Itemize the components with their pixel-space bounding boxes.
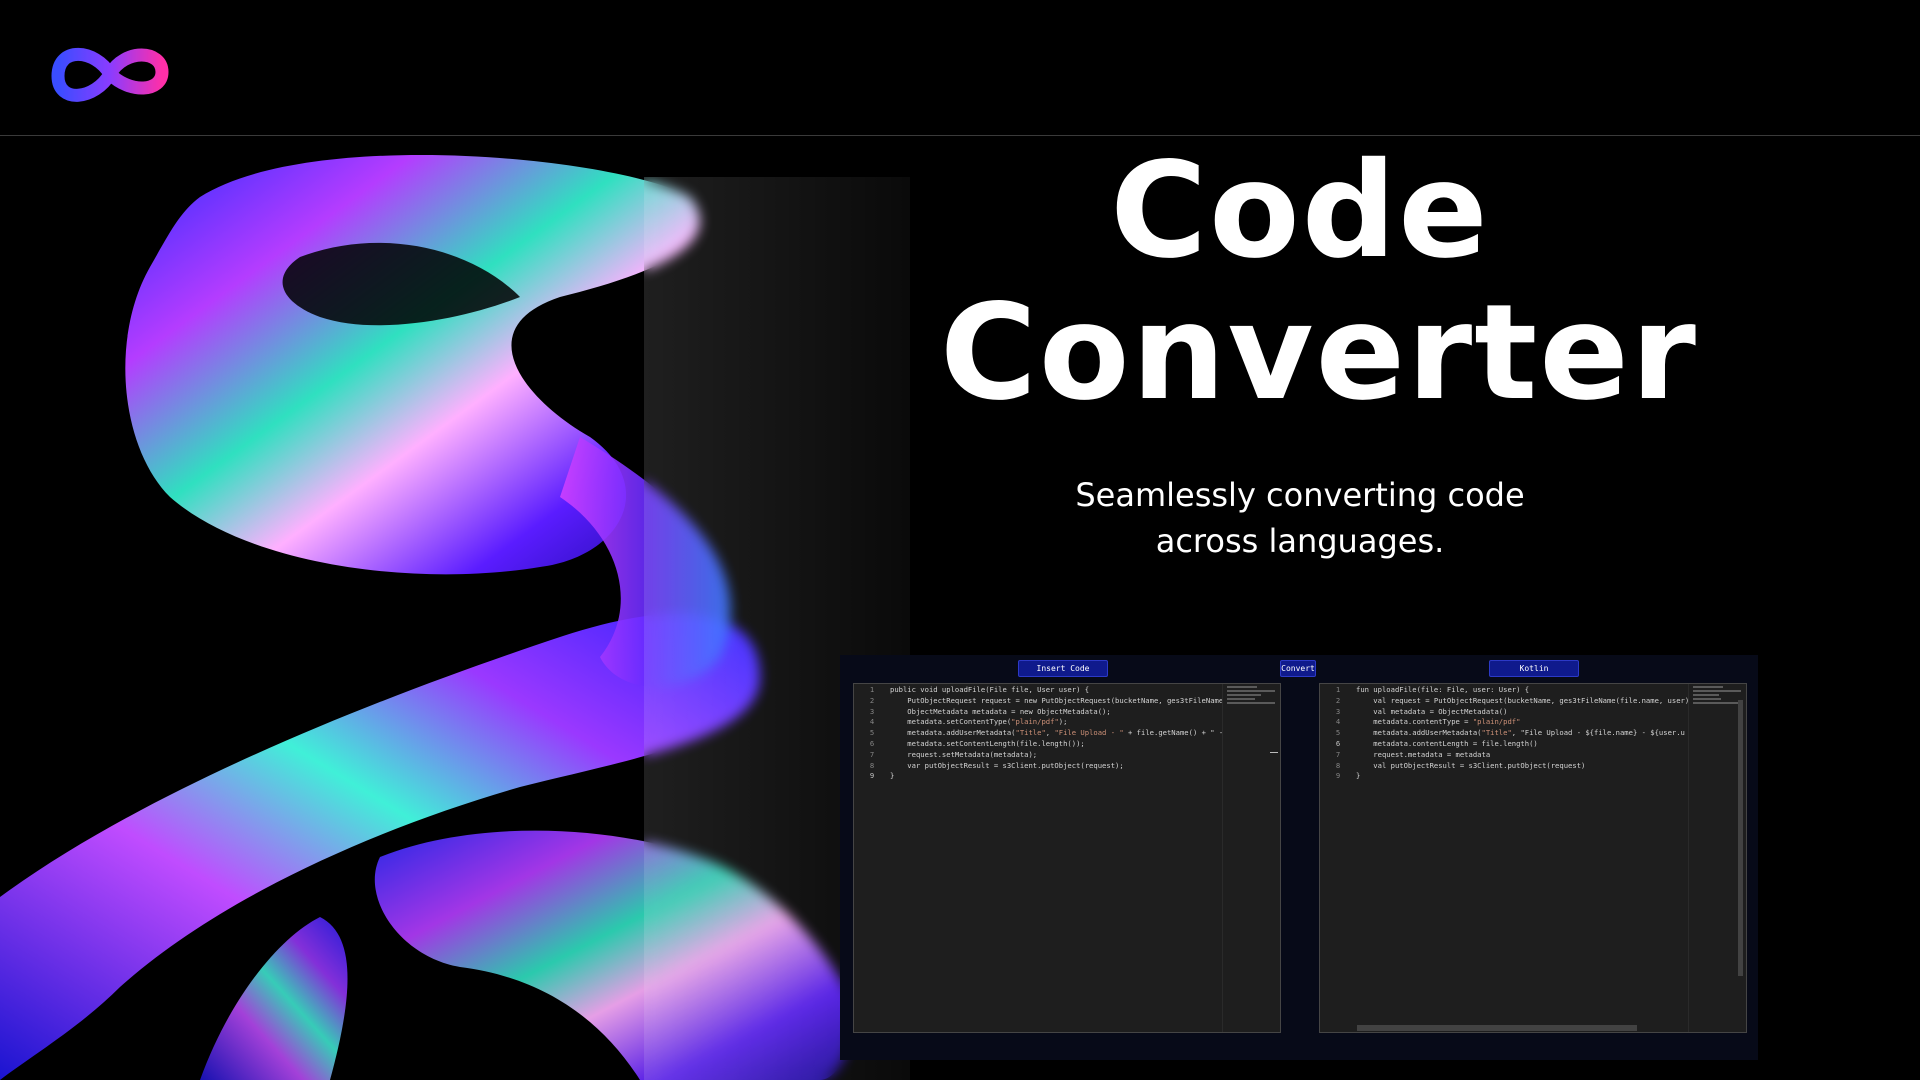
output-code-editor[interactable]: 1 fun uploadFile(file: File, user: User) … xyxy=(1319,683,1747,1033)
hero-artwork xyxy=(0,137,920,1080)
line-number: 2 xyxy=(869,695,875,705)
code-line[interactable]: 1 public void uploadFile(File file, User … xyxy=(854,685,1224,696)
code-text: metadata.setContentLength(file.length())… xyxy=(890,738,1085,748)
infinity-icon[interactable] xyxy=(50,34,170,114)
code-text: val putObjectResult = s3Client.putObject… xyxy=(1356,760,1586,770)
code-line[interactable]: 2 PutObjectRequest request = new PutObje… xyxy=(854,696,1224,707)
horizontal-scrollbar[interactable] xyxy=(1357,1025,1637,1031)
code-line[interactable]: 8 val putObjectResult = s3Client.putObje… xyxy=(1320,761,1690,772)
line-number: 7 xyxy=(1335,749,1341,759)
hero-subtitle: Seamlessly converting code across langua… xyxy=(1075,476,1525,560)
code-text: metadata.addUserMetadata("Title", "File … xyxy=(1356,728,1685,738)
line-number: 1 xyxy=(869,685,875,694)
line-number: 3 xyxy=(869,706,875,716)
line-number: 7 xyxy=(869,749,875,759)
code-text: val metadata = ObjectMetadata() xyxy=(1356,706,1508,716)
code-line[interactable]: 7 request.setMetadata(metadata); xyxy=(854,750,1224,761)
overview-ruler-marker xyxy=(1270,752,1278,753)
line-number: 9 xyxy=(869,771,875,781)
line-number: 8 xyxy=(869,760,875,770)
line-number: 9 xyxy=(1335,771,1341,781)
code-line[interactable]: 3 ObjectMetadata metadata = new ObjectMe… xyxy=(854,707,1224,718)
code-text: } xyxy=(1356,771,1361,781)
code-text: val request = PutObjectRequest(bucketNam… xyxy=(1356,695,1690,705)
vertical-scrollbar[interactable] xyxy=(1738,700,1743,976)
code-text: metadata.contentLength = file.length() xyxy=(1356,738,1538,748)
code-line[interactable]: 9} xyxy=(854,771,1224,782)
code-line[interactable]: 9} xyxy=(1320,771,1690,782)
line-number: 2 xyxy=(1335,695,1341,705)
source-code-lines: 1 public void uploadFile(File file, User … xyxy=(854,685,1224,782)
code-text: metadata.setContentType("plain/pdf"); xyxy=(890,717,1068,727)
code-text: metadata.addUserMetadata("Title", "File … xyxy=(890,728,1224,738)
code-text: var putObjectResult = s3Client.putObject… xyxy=(890,760,1124,770)
line-number: 5 xyxy=(869,728,875,738)
code-line[interactable]: 7 request.metadata = metadata xyxy=(1320,750,1690,761)
line-number: 4 xyxy=(869,717,875,727)
code-text: } xyxy=(890,771,895,781)
line-number: 8 xyxy=(1335,760,1341,770)
line-number: 6 xyxy=(1335,738,1341,748)
code-text: metadata.contentType = "plain/pdf" xyxy=(1356,717,1521,727)
code-line[interactable]: 6 metadata.contentLength = file.length() xyxy=(1320,739,1690,750)
line-number: 6 xyxy=(869,738,875,748)
insert-code-button[interactable]: Insert Code xyxy=(1018,660,1108,677)
converter-panel: Insert Code Convert Kotlin 1 public void … xyxy=(840,655,1758,1060)
code-line[interactable]: 4 metadata.contentType = "plain/pdf" xyxy=(1320,717,1690,728)
page-title-line-2: Converter xyxy=(940,276,1698,430)
line-number: 5 xyxy=(1335,728,1341,738)
code-line[interactable]: 4 metadata.setContentType("plain/pdf"); xyxy=(854,717,1224,728)
language-select-button[interactable]: Kotlin xyxy=(1489,660,1579,677)
code-text: public void uploadFile(File file, User u… xyxy=(890,685,1090,694)
code-line[interactable]: 5 metadata.addUserMetadata("Title", "Fil… xyxy=(1320,728,1690,739)
code-text: ObjectMetadata metadata = new ObjectMeta… xyxy=(890,706,1111,716)
code-line[interactable]: 5 metadata.addUserMetadata("Title", "Fil… xyxy=(854,728,1224,739)
top-bar xyxy=(0,0,1920,136)
code-text: fun uploadFile(file: File, user: User) { xyxy=(1356,685,1530,694)
code-line[interactable]: 1 fun uploadFile(file: File, user: User) … xyxy=(1320,685,1690,696)
output-code-lines: 1 fun uploadFile(file: File, user: User) … xyxy=(1320,685,1690,782)
code-line[interactable]: 3 val metadata = ObjectMetadata() xyxy=(1320,707,1690,718)
line-number: 4 xyxy=(1335,717,1341,727)
code-text: PutObjectRequest request = new PutObject… xyxy=(890,695,1224,705)
source-minimap[interactable] xyxy=(1222,684,1280,1032)
convert-button[interactable]: Convert xyxy=(1280,660,1316,677)
hero-text: Code Converter Seamlessly converting cod… xyxy=(940,134,1698,564)
line-number: 1 xyxy=(1335,685,1341,694)
code-line[interactable]: 2 val request = PutObjectRequest(bucketN… xyxy=(1320,696,1690,707)
code-text: request.metadata = metadata xyxy=(1356,749,1491,759)
code-line[interactable]: 8 var putObjectResult = s3Client.putObje… xyxy=(854,761,1224,772)
code-line[interactable]: 6 metadata.setContentLength(file.length(… xyxy=(854,739,1224,750)
code-text: request.setMetadata(metadata); xyxy=(890,749,1038,759)
line-number: 3 xyxy=(1335,706,1341,716)
source-code-editor[interactable]: 1 public void uploadFile(File file, User … xyxy=(853,683,1281,1033)
page-title-line-1: Code xyxy=(1110,134,1490,288)
